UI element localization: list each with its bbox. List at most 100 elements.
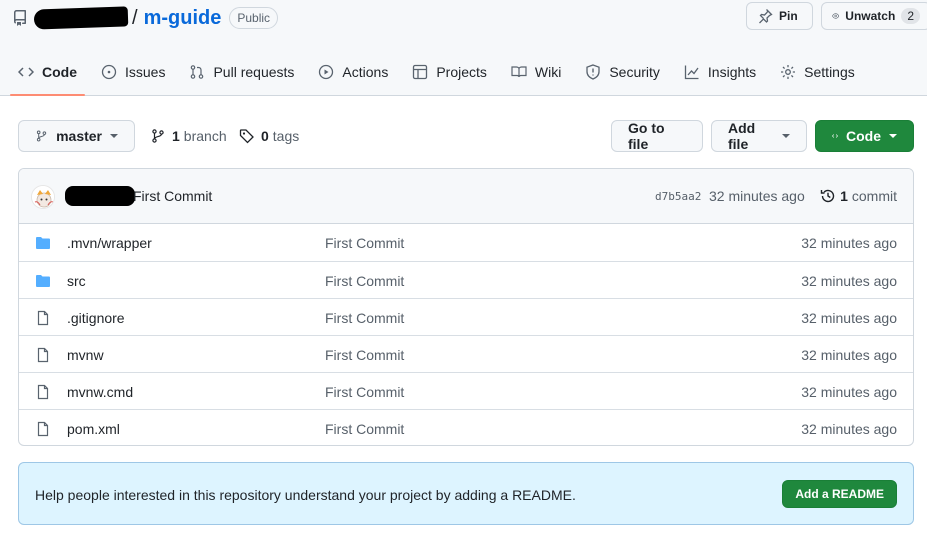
chevron-down-icon — [110, 134, 118, 138]
add-readme-label: Add a README — [795, 487, 884, 501]
commit-count-label: commit — [851, 188, 897, 204]
file-commit-age: 32 minutes ago — [801, 273, 897, 289]
folder-icon — [35, 273, 51, 292]
avatar[interactable] — [31, 185, 55, 209]
file-icon — [35, 421, 51, 440]
repo-header: / m-guide Public Pin Unwatch 2 Code Issu… — [0, 0, 927, 96]
table-row[interactable]: mvnw First Commit 32 minutes ago — [19, 335, 913, 372]
git-branch-icon — [152, 129, 164, 143]
tag-count: 0 — [261, 128, 269, 144]
file-icon — [35, 310, 51, 329]
tab-actions-label: Actions — [342, 64, 389, 80]
file-name-link[interactable]: .gitignore — [67, 310, 125, 326]
avatar-image — [32, 186, 54, 208]
code-icon — [832, 134, 838, 138]
tab-insights-label: Insights — [707, 64, 757, 80]
owner-name-redacted[interactable] — [33, 6, 129, 30]
repo-title: / m-guide Public — [12, 6, 279, 30]
table-row[interactable]: .gitignore First Commit 32 minutes ago — [19, 298, 913, 335]
graph-icon — [684, 65, 699, 80]
tab-pull-requests[interactable]: Pull requests — [181, 52, 302, 92]
tab-issues[interactable]: Issues — [93, 52, 173, 92]
tab-wiki[interactable]: Wiki — [503, 52, 569, 92]
table-row[interactable]: .mvn/wrapper First Commit 32 minutes ago — [19, 224, 913, 261]
commit-sha[interactable]: d7b5aa2 — [655, 190, 701, 203]
play-icon — [319, 64, 334, 80]
eye-icon — [832, 13, 840, 19]
repo-nav-tabs: Code Issues Pull requests Actions Projec… — [10, 52, 871, 96]
code-dropdown-button[interactable]: Code — [815, 120, 914, 152]
pin-button[interactable]: Pin — [746, 2, 813, 30]
tab-projects[interactable]: Projects — [404, 52, 495, 92]
tab-wiki-label: Wiki — [534, 64, 562, 80]
tab-projects-label: Projects — [436, 64, 487, 80]
file-commit-message[interactable]: First Commit — [325, 273, 404, 289]
code-icon — [18, 67, 34, 77]
file-name-link[interactable]: mvnw.cmd — [67, 384, 133, 400]
go-to-file-button[interactable]: Go to file — [611, 120, 703, 152]
add-readme-button[interactable]: Add a README — [782, 480, 897, 508]
visibility-badge: Public — [229, 7, 279, 29]
add-file-button[interactable]: Add file — [711, 120, 807, 152]
file-commit-age: 32 minutes ago — [801, 347, 897, 363]
chevron-down-icon — [889, 134, 897, 138]
file-commit-age: 32 minutes ago — [801, 235, 897, 251]
chevron-down-icon — [782, 134, 790, 138]
tab-security[interactable]: Security — [577, 52, 668, 92]
file-name-link[interactable]: mvnw — [67, 347, 104, 363]
table-row[interactable]: src First Commit 32 minutes ago — [19, 261, 913, 298]
file-name-link[interactable]: src — [67, 273, 86, 289]
tab-security-label: Security — [609, 64, 660, 80]
file-commit-message[interactable]: First Commit — [325, 347, 404, 363]
branch-count-label: branch — [183, 128, 227, 144]
repo-name-link[interactable]: m-guide — [144, 7, 222, 30]
author-name-redacted[interactable] — [65, 186, 135, 206]
unwatch-label: Unwatch — [845, 9, 896, 23]
branch-count: 1 — [172, 128, 180, 144]
tab-code[interactable]: Code — [10, 52, 85, 96]
commit-history-link[interactable]: 1 commit — [820, 188, 897, 204]
file-commit-message[interactable]: First Commit — [325, 310, 404, 326]
branch-select-button[interactable]: master — [18, 120, 135, 152]
path-separator: / — [132, 6, 138, 29]
issue-opened-icon — [101, 64, 117, 80]
tag-count-label: tags — [272, 128, 300, 144]
branch-name: master — [56, 128, 102, 144]
pin-icon — [759, 9, 773, 24]
file-name-link[interactable]: pom.xml — [67, 421, 120, 437]
file-commit-age: 32 minutes ago — [801, 421, 897, 437]
tab-issues-label: Issues — [125, 64, 166, 80]
git-pull-request-icon — [191, 65, 204, 79]
repo-icon — [13, 10, 26, 26]
file-commit-message[interactable]: First Commit — [325, 421, 404, 437]
add-file-label: Add file — [728, 120, 756, 152]
file-commit-message[interactable]: First Commit — [325, 235, 404, 251]
latest-commit-bar: First Commit d7b5aa2 32 minutes ago 1 co… — [19, 169, 913, 224]
file-commit-message[interactable]: First Commit — [325, 384, 404, 400]
pin-label: Pin — [779, 9, 798, 23]
tab-pull-requests-label: Pull requests — [213, 64, 295, 80]
tags-link[interactable]: 0 tags — [239, 128, 299, 144]
file-commit-age: 32 minutes ago — [801, 384, 897, 400]
readme-banner-text: Help people interested in this repositor… — [35, 487, 576, 503]
commit-count: 1 — [840, 188, 848, 204]
file-icon — [35, 347, 51, 366]
file-list: .mvn/wrapper First Commit 32 minutes ago sr… — [19, 224, 913, 445]
branches-link[interactable]: 1 branch — [150, 128, 227, 144]
git-branch-icon — [36, 130, 47, 142]
table-row[interactable]: pom.xml First Commit 32 minutes ago — [19, 409, 913, 445]
book-icon — [511, 66, 527, 78]
table-row[interactable]: mvnw.cmd First Commit 32 minutes ago — [19, 372, 913, 409]
tab-code-label: Code — [42, 64, 77, 80]
tab-insights[interactable]: Insights — [676, 52, 764, 92]
go-to-file-label: Go to file — [628, 120, 665, 152]
tab-settings-label: Settings — [804, 64, 855, 80]
tab-actions[interactable]: Actions — [310, 52, 396, 92]
commit-message[interactable]: First Commit — [133, 188, 212, 204]
tab-settings[interactable]: Settings — [772, 52, 863, 92]
file-browser: First Commit d7b5aa2 32 minutes ago 1 co… — [18, 168, 914, 446]
file-name-link[interactable]: .mvn/wrapper — [67, 235, 152, 251]
file-icon — [35, 384, 51, 403]
unwatch-button[interactable]: Unwatch 2 — [821, 2, 927, 30]
table-icon — [413, 64, 428, 80]
